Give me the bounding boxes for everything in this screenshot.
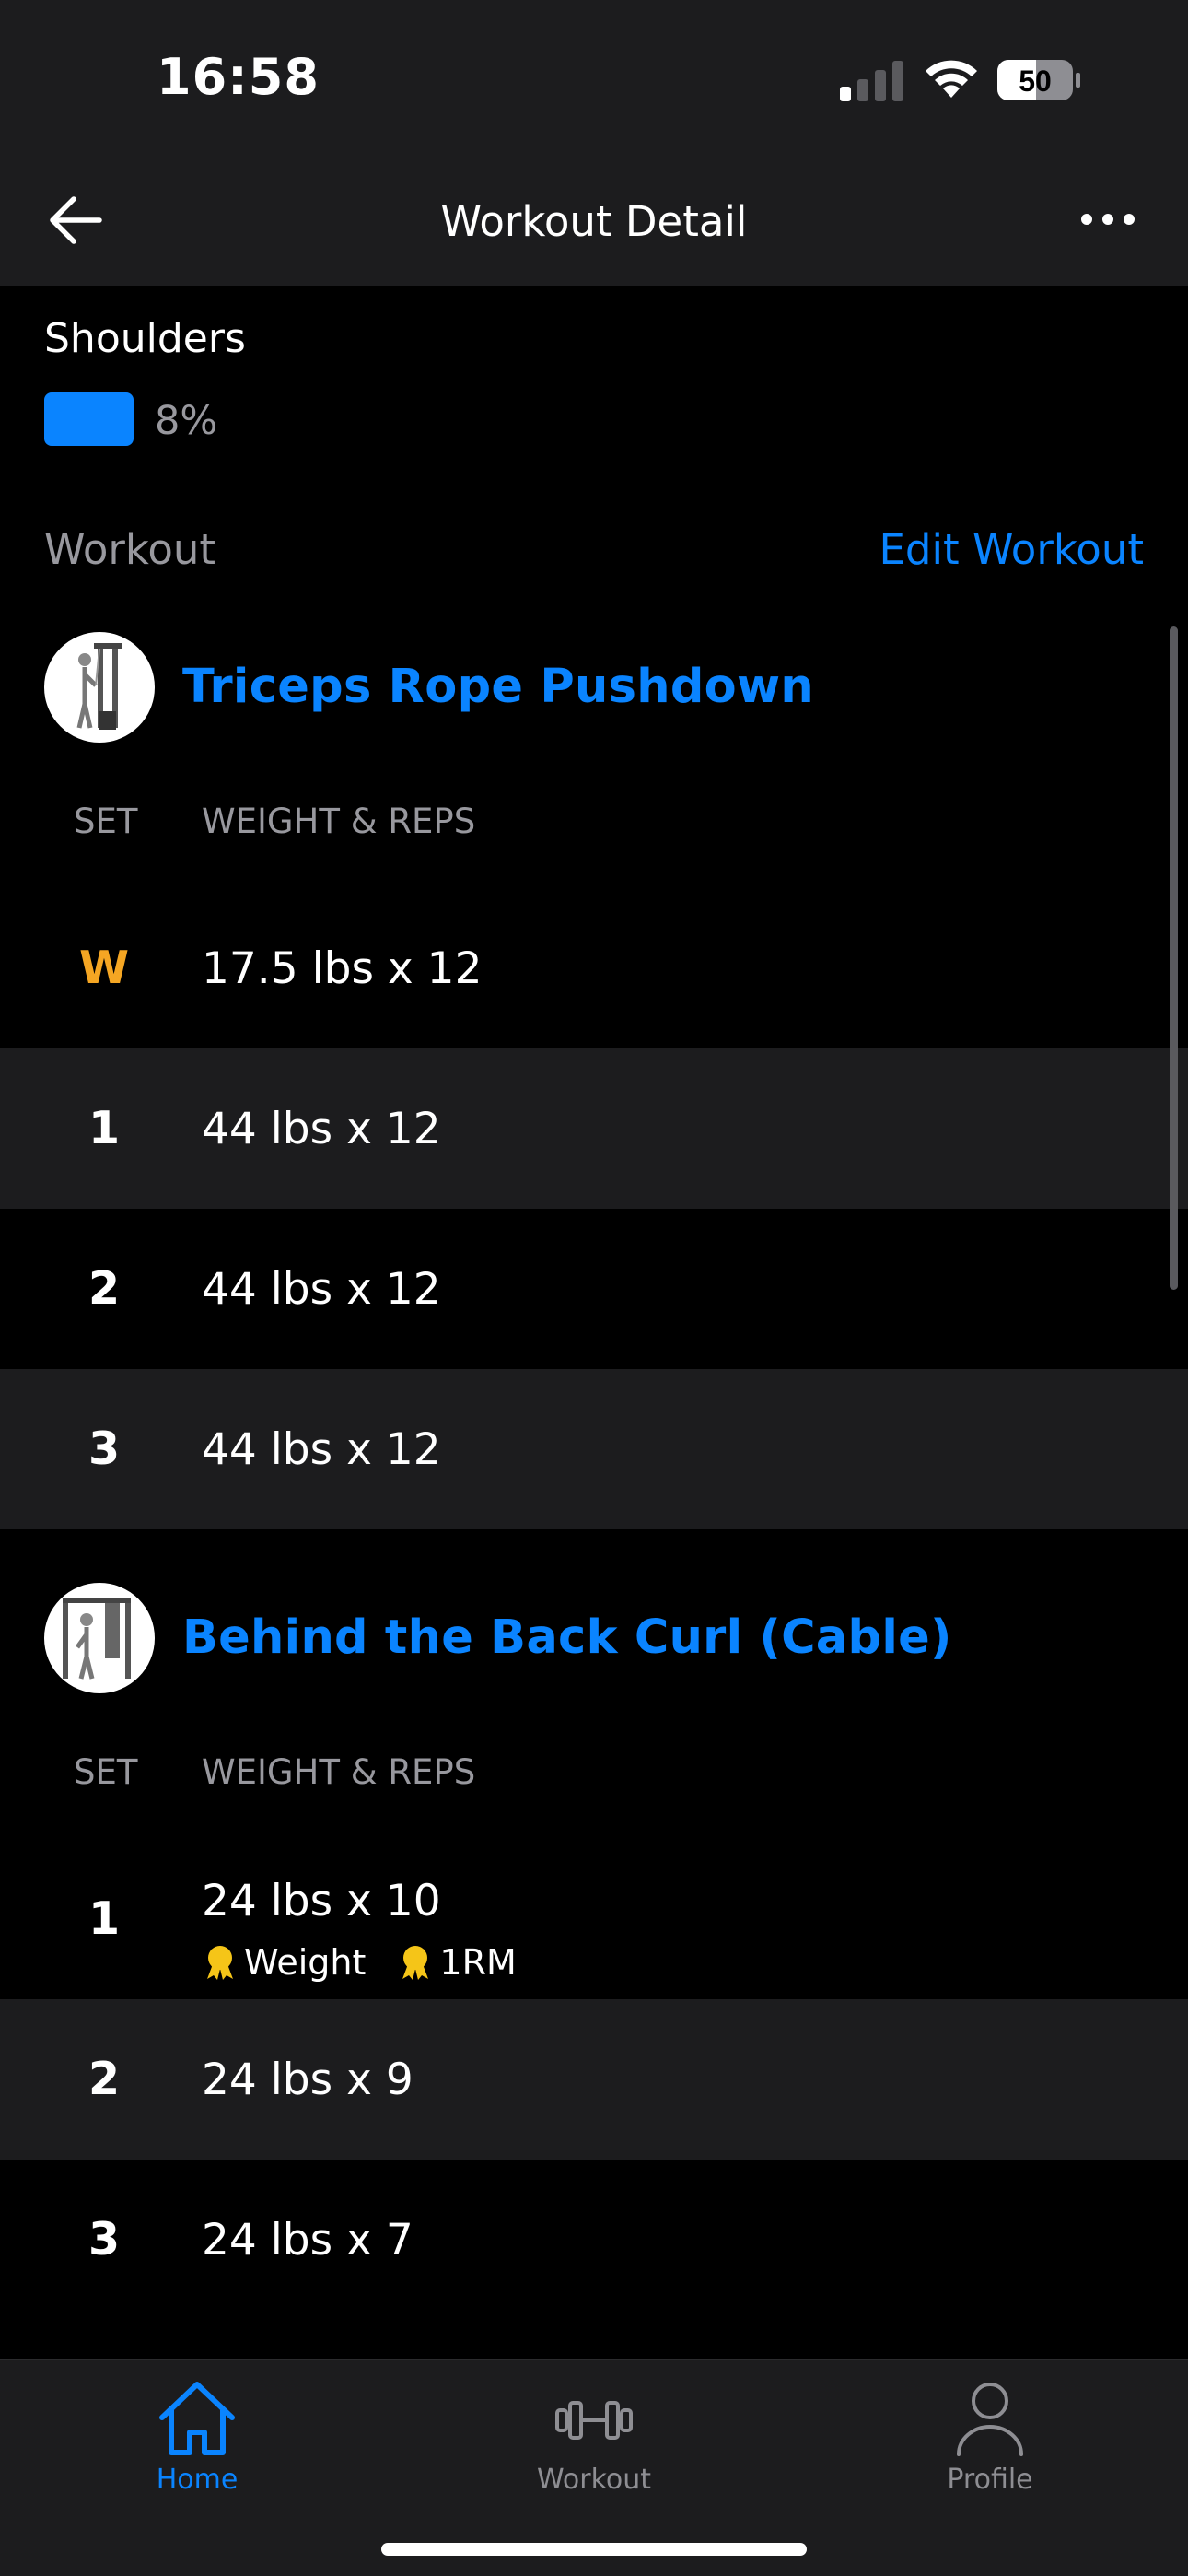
medal-icon — [207, 1946, 233, 1980]
set-table-header: SET WEIGHT & REPS — [0, 1752, 1188, 1808]
exercise-header[interactable]: Triceps Rope Pushdown — [0, 625, 1188, 744]
edit-workout-button[interactable]: Edit Workout — [879, 525, 1145, 574]
set-number: 1 — [87, 1102, 121, 1154]
battery-level: 50 — [1019, 64, 1052, 98]
muscle-group-label: Shoulders — [44, 315, 246, 362]
set-weight-reps: 44 lbs x 12 — [202, 1424, 441, 1475]
set-number: 3 — [87, 2213, 121, 2266]
more-options-icon[interactable] — [1079, 208, 1136, 230]
set-number: 3 — [87, 1423, 121, 1475]
record-badge-label: 1RM — [439, 1942, 517, 1983]
home-icon — [159, 2382, 235, 2455]
col-weight-reps-header: WEIGHT & REPS — [202, 802, 476, 841]
cellular-signal-icon — [840, 61, 903, 101]
set-weight-reps: 24 lbs x 9 — [202, 2055, 413, 2105]
battery-icon: 50 — [997, 60, 1080, 100]
set-row: 3 24 lbs x 7 — [0, 2160, 1188, 2320]
exercise-title[interactable]: Behind the Back Curl (Cable) — [182, 1610, 952, 1665]
set-weight-reps: 24 lbs x 7 — [202, 2215, 413, 2266]
scrollbar-thumb[interactable] — [1170, 626, 1178, 1290]
set-number: 2 — [87, 2053, 121, 2105]
exercise-thumbnail[interactable] — [44, 1583, 155, 1693]
wifi-icon — [926, 60, 977, 98]
set-number: 1 — [87, 1892, 121, 1945]
tab-home-label: Home — [156, 2464, 239, 2496]
set-row: 1 44 lbs x 12 — [0, 1048, 1188, 1209]
tab-profile[interactable]: Profile — [889, 2377, 1091, 2496]
tab-workout[interactable]: Workout — [493, 2377, 695, 2496]
col-weight-reps-header: WEIGHT & REPS — [202, 1752, 476, 1792]
medal-icon — [402, 1946, 429, 1980]
set-row: 1 24 lbs x 10 Weight 1RM — [0, 1839, 1188, 1999]
col-set-header: SET — [74, 1752, 138, 1792]
exercise-thumbnail[interactable] — [44, 632, 155, 743]
record-badge-label: Weight — [244, 1942, 367, 1983]
record-badge: 1RM — [397, 1942, 517, 1983]
workout-section-label: Workout — [44, 525, 216, 574]
workout-detail-content: Shoulders 8% Workout Edit Workout Tricep… — [0, 286, 1188, 2359]
status-bar: 16:58 50 — [0, 0, 1188, 157]
status-time: 16:58 — [157, 48, 320, 106]
home-indicator — [381, 2543, 807, 2556]
record-badge: Weight — [202, 1942, 366, 1983]
page-title: Workout Detail — [440, 197, 748, 246]
set-weight-reps: 24 lbs x 10 — [202, 1876, 441, 1926]
set-number: 2 — [87, 1262, 121, 1315]
record-badges: Weight 1RM — [202, 1942, 548, 1983]
cable-machine-illustration — [63, 1598, 131, 1680]
set-weight-reps: 44 lbs x 12 — [202, 1104, 441, 1154]
set-row: 3 44 lbs x 12 — [0, 1369, 1188, 1529]
set-row: W 17.5 lbs x 12 — [0, 888, 1188, 1048]
set-table-header: SET WEIGHT & REPS — [0, 802, 1188, 857]
muscle-percent: 8% — [155, 398, 218, 444]
warmup-set-number: W — [78, 942, 130, 994]
muscle-distribution-bar — [44, 392, 134, 446]
exercise-header[interactable]: Behind the Back Curl (Cable) — [0, 1575, 1188, 1695]
tab-home[interactable]: Home — [96, 2377, 298, 2496]
exercise-title[interactable]: Triceps Rope Pushdown — [182, 660, 814, 714]
dumbbell-icon — [555, 2401, 633, 2440]
cable-machine-illustration — [76, 643, 122, 730]
tab-profile-label: Profile — [947, 2464, 1033, 2496]
set-row: 2 44 lbs x 12 — [0, 1209, 1188, 1369]
set-row: 2 24 lbs x 9 — [0, 1999, 1188, 2160]
person-icon — [957, 2383, 1023, 2456]
tab-workout-label: Workout — [536, 2464, 652, 2496]
nav-bar: Workout Detail — [0, 157, 1188, 286]
set-weight-reps: 17.5 lbs x 12 — [202, 943, 483, 994]
set-weight-reps: 44 lbs x 12 — [202, 1264, 441, 1315]
col-set-header: SET — [74, 802, 138, 841]
